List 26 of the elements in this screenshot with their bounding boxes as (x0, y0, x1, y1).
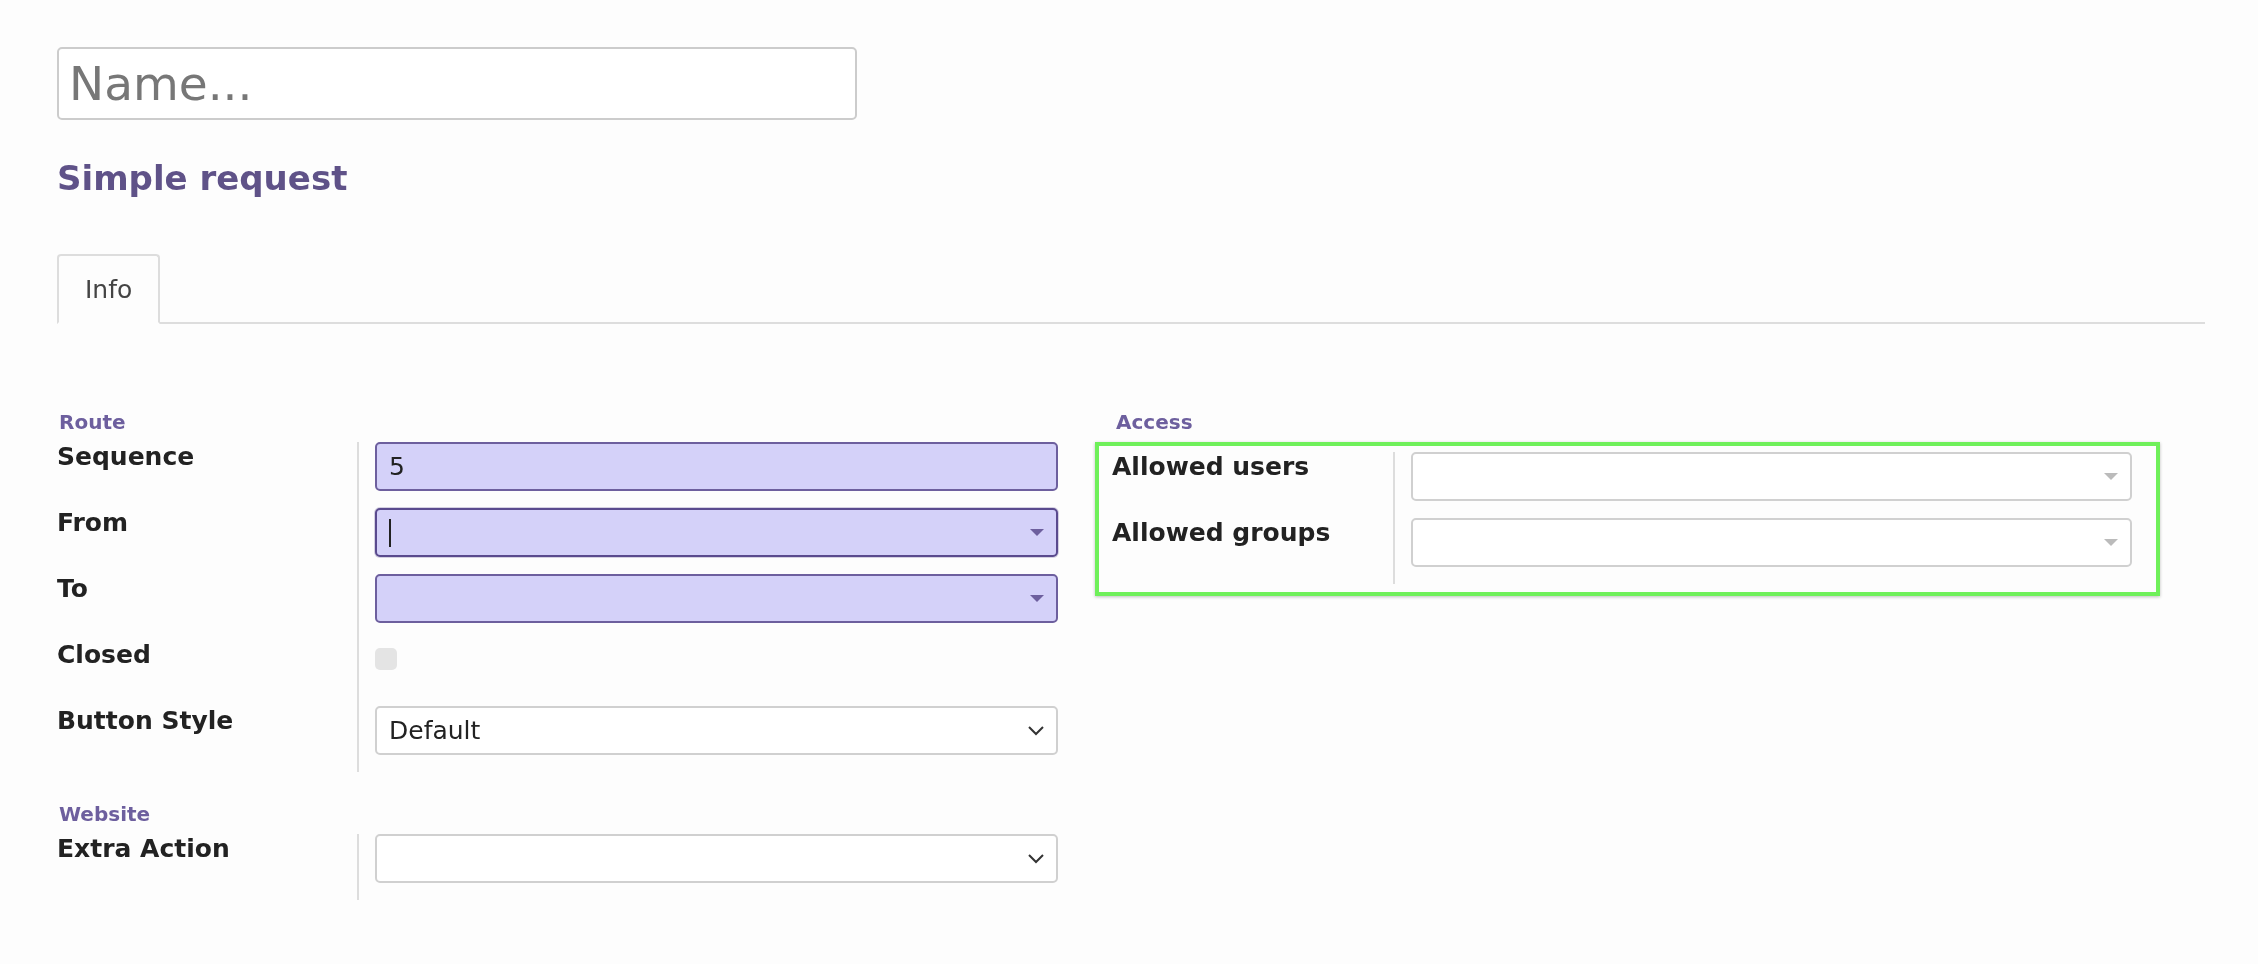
chevron-down-icon (1028, 853, 1044, 864)
input-field[interactable] (375, 574, 1058, 623)
tab[interactable]: Info (57, 254, 161, 324)
field-label: Closed (57, 640, 152, 671)
field-label: Extra Action (57, 834, 231, 865)
field-label: From (57, 508, 130, 539)
field-label: Button Style (57, 706, 235, 737)
dropdown[interactable] (375, 834, 1058, 883)
checkbox[interactable] (375, 648, 397, 670)
field-label: To (57, 574, 89, 605)
input-field[interactable]: 5 (375, 442, 1058, 491)
caret-icon (2104, 538, 2118, 547)
field-label: Allowed users (1112, 452, 1311, 483)
section-heading: Route (59, 410, 127, 434)
field-label: Allowed groups (1112, 518, 1332, 549)
input-field[interactable] (375, 508, 1058, 557)
field-label: Sequence (57, 442, 196, 473)
caret-icon (2104, 472, 2118, 481)
section-heading: Website (59, 802, 152, 826)
caret-icon (1030, 594, 1044, 603)
form-title: Simple request (57, 158, 349, 198)
caret-icon (1030, 528, 1044, 537)
chevron-down-icon (1028, 725, 1044, 736)
name-field[interactable]: Name... (57, 47, 857, 120)
dropdown[interactable]: Default (375, 706, 1058, 755)
section-heading: Access (1116, 410, 1194, 434)
